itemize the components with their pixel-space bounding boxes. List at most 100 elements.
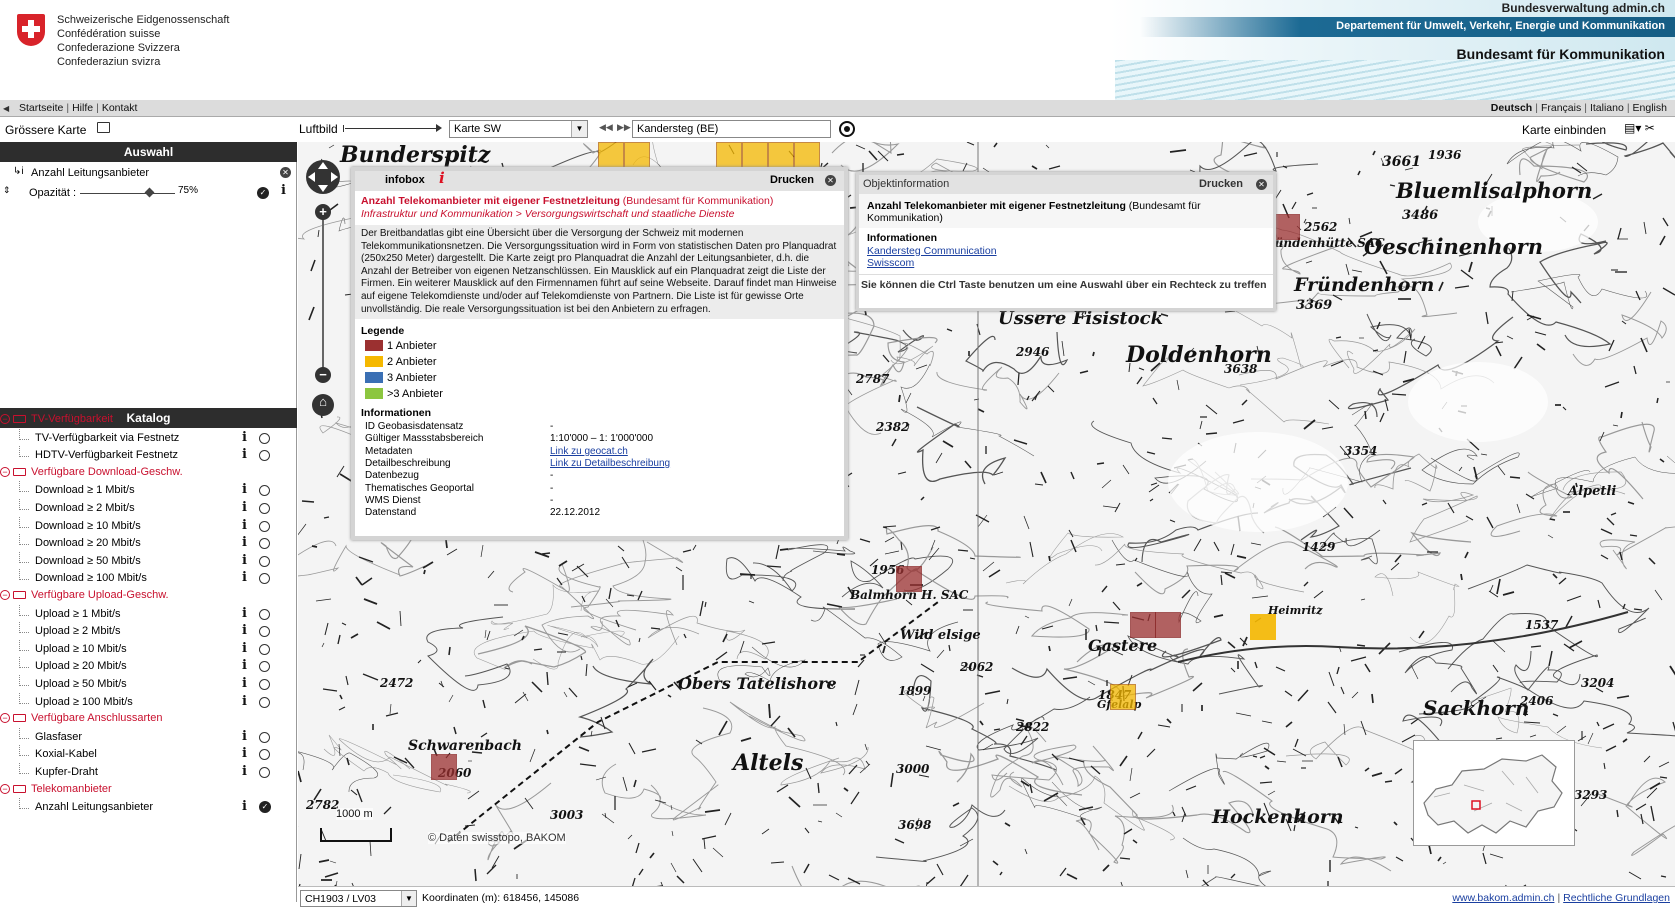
provider-square[interactable] <box>768 142 794 168</box>
layer-info-icon[interactable]: i <box>281 183 286 198</box>
collapse-icon[interactable]: − <box>0 783 10 794</box>
layer-radio[interactable] <box>259 538 270 550</box>
layer-info-icon[interactable]: i <box>242 570 247 585</box>
location-search-input[interactable]: Kandersteg (BE) <box>632 120 831 138</box>
provider-square[interactable] <box>896 566 922 592</box>
layer-info-icon[interactable]: i <box>242 535 247 550</box>
catalog-group[interactable]: − Verfügbare Download-Geschw. <box>0 465 297 483</box>
provider-square[interactable] <box>1110 684 1136 710</box>
layer-info-icon[interactable]: i <box>242 430 247 445</box>
layer-info-icon[interactable]: i <box>242 658 247 673</box>
map-type-select[interactable]: Karte SW ▼ <box>449 120 588 138</box>
catalog-item[interactable]: Download ≥ 1 Mbit/s i <box>0 481 297 500</box>
layer-info-icon[interactable]: i <box>242 447 247 462</box>
aerial-opacity-slider[interactable] <box>343 124 442 132</box>
catalog-item[interactable]: Koxial-Kabel i <box>0 745 297 764</box>
layer-checked-icon[interactable]: ✓ <box>259 801 271 814</box>
collapse-icon[interactable]: − <box>0 713 10 724</box>
layer-radio[interactable] <box>259 432 270 444</box>
zoom-in-button[interactable]: + <box>315 204 331 220</box>
layer-info-icon[interactable]: i <box>242 746 247 761</box>
catalog-item[interactable]: Upload ≥ 100 Mbit/s i <box>0 692 297 712</box>
collapse-icon[interactable]: − <box>0 414 10 424</box>
provider-square[interactable] <box>624 142 650 168</box>
pan-control[interactable] <box>306 160 340 194</box>
bakom-link[interactable]: www.bakom.admin.ch <box>1452 892 1554 904</box>
catalog-group[interactable]: − Verfügbare Anschlussarten <box>0 711 297 729</box>
nav-startseite[interactable]: Startseite <box>19 102 63 114</box>
catalog-item[interactable]: Download ≥ 10 Mbit/s i <box>0 516 297 536</box>
zoom-bar[interactable] <box>322 212 324 382</box>
catalog-item[interactable]: TV-Verfügbarkeit via Festnetz i <box>0 428 297 448</box>
lang-fr[interactable]: Français <box>1541 102 1581 114</box>
reorder-icon[interactable]: ⇕ <box>3 185 11 196</box>
layer-info-icon[interactable]: i <box>242 553 247 568</box>
provider-square[interactable] <box>794 142 820 168</box>
layer-info-icon[interactable]: i <box>242 799 247 814</box>
layer-radio[interactable] <box>259 555 270 567</box>
catalog-item[interactable]: Download ≥ 2 Mbit/s i <box>0 499 297 518</box>
layer-radio[interactable] <box>259 608 270 620</box>
catalog-item[interactable]: Upload ≥ 50 Mbit/s i <box>0 675 297 694</box>
lang-it[interactable]: Italiano <box>1590 102 1624 114</box>
enlarge-map-icon[interactable] <box>97 122 110 133</box>
provider-square[interactable] <box>598 142 624 168</box>
layer-radio[interactable] <box>259 767 270 778</box>
layer-info-icon[interactable]: i <box>242 518 247 533</box>
layer-radio[interactable] <box>259 573 270 585</box>
provider-square[interactable] <box>1130 612 1156 638</box>
catalog-item[interactable]: Download ≥ 100 Mbit/s i <box>0 569 297 588</box>
layer-visible-icon[interactable]: ✓ <box>257 187 269 199</box>
catalog-item[interactable]: Download ≥ 50 Mbit/s i <box>0 551 297 571</box>
catalog-item[interactable]: Upload ≥ 20 Mbit/s i <box>0 657 297 676</box>
layer-radio[interactable] <box>259 679 270 690</box>
provider-square[interactable] <box>742 142 768 168</box>
provider-square[interactable] <box>431 754 457 780</box>
catalog-item[interactable]: Anzahl Leitungsanbieter i ✓ <box>0 798 297 817</box>
next-location-icon[interactable]: ▶▶ <box>617 122 631 133</box>
federal-admin-link[interactable]: Bundesverwaltung admin.ch <box>1502 1 1665 15</box>
layer-radio[interactable] <box>259 626 270 638</box>
layer-radio[interactable] <box>259 485 270 497</box>
bigger-map-link[interactable]: Grössere Karte <box>5 123 86 137</box>
provider-link[interactable]: Kandersteg Communication <box>867 245 997 257</box>
opacity-slider[interactable] <box>80 193 175 194</box>
infobox-titlebar[interactable]: infobox i Drucken ✕ <box>355 169 844 191</box>
layer-info-icon[interactable]: i <box>242 641 247 656</box>
remove-layer-icon[interactable]: ✕ <box>280 167 291 178</box>
catalog-group[interactable]: − Telekomanbieter <box>0 782 297 800</box>
catalog-item[interactable]: Glasfaser i <box>0 727 297 747</box>
opacity-slider-handle[interactable] <box>144 187 155 198</box>
layer-info-icon[interactable]: i <box>242 764 247 779</box>
object-info-print-button[interactable]: Drucken <box>1199 178 1243 190</box>
catalog-item[interactable]: Upload ≥ 10 Mbit/s i <box>0 639 297 659</box>
crs-select[interactable]: CH1903 / LV03 ▼ <box>300 890 417 907</box>
catalog-item[interactable]: Upload ≥ 1 Mbit/s i <box>0 604 297 624</box>
nav-hilfe[interactable]: Hilfe <box>72 102 93 114</box>
zoom-out-button[interactable]: − <box>315 367 331 383</box>
layer-info-icon[interactable]: i <box>242 694 247 709</box>
catalog-item[interactable]: Download ≥ 20 Mbit/s i <box>0 534 297 553</box>
layer-radio[interactable] <box>259 520 270 532</box>
object-info-close-icon[interactable]: ✕ <box>1256 179 1267 190</box>
lang-en[interactable]: English <box>1633 102 1667 114</box>
provider-square[interactable] <box>716 142 742 168</box>
layer-info-icon[interactable]: i <box>242 676 247 691</box>
overview-map[interactable] <box>1413 740 1575 846</box>
layer-radio[interactable] <box>259 661 270 673</box>
layer-info-icon[interactable]: i <box>242 500 247 515</box>
catalog-item[interactable]: HDTV-Verfügbarkeit Festnetz i <box>0 446 297 465</box>
collapse-icon[interactable]: − <box>0 466 10 477</box>
locate-icon[interactable] <box>839 121 855 137</box>
collapse-icon[interactable]: − <box>0 590 10 600</box>
home-icon[interactable]: ⌂ <box>312 394 334 416</box>
layer-radio[interactable] <box>259 450 270 462</box>
legal-link[interactable]: Rechtliche Grundlagen <box>1563 892 1670 904</box>
layer-info-icon[interactable]: i <box>242 606 247 621</box>
infobox-print-button[interactable]: Drucken <box>770 174 814 186</box>
embed-tools-icon[interactable]: ▤▾ ✂ <box>1624 121 1655 135</box>
provider-square[interactable] <box>1274 214 1300 240</box>
info-value[interactable]: Link zu Detailbeschreibung <box>550 458 670 469</box>
provider-square[interactable] <box>1155 612 1181 638</box>
infobox-close-icon[interactable]: ✕ <box>825 175 836 186</box>
